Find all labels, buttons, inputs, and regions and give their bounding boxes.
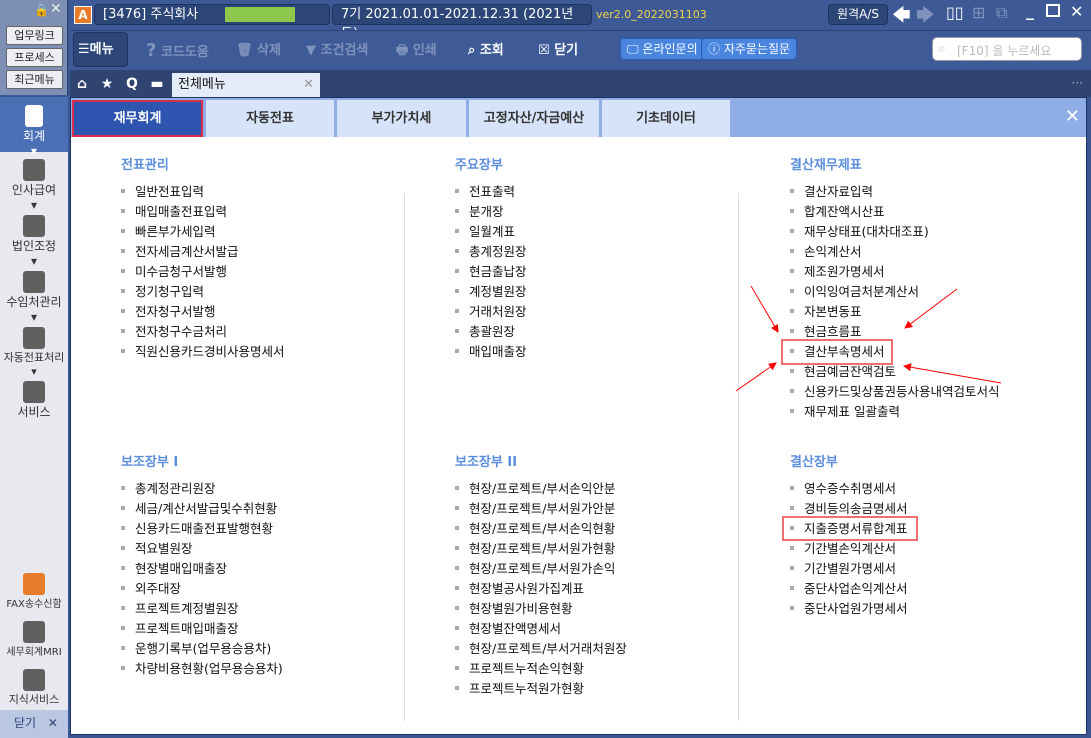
filter-search-button[interactable]: ▼ 조건검색 [306, 39, 368, 63]
maximize-icon[interactable] [1046, 4, 1060, 17]
forward-arrow-icon[interactable]: 🡆 [916, 3, 935, 33]
sidebar-item-client-management[interactable]: 수임처관리 ▾ [0, 271, 68, 324]
sidebar-item-tax-mri[interactable]: 세무회계MRI [0, 621, 68, 658]
title-bar: A [3476] 주식회사 7기 2021.01.01-2021.12.31 (… [70, 0, 1091, 41]
printer-icon: 🖶 [396, 43, 409, 58]
process-button[interactable]: 프로세스 [6, 48, 63, 67]
back-arrow-icon[interactable]: 🡄 [892, 3, 911, 33]
version-label: ver2.0_2022031103 [596, 8, 707, 21]
database-icon [23, 327, 45, 349]
question-bubble-icon: ⓘ [708, 42, 721, 56]
menu-button[interactable]: ☰메뉴 [73, 32, 128, 67]
period-selector[interactable]: 7기 2021.01.01-2021.12.31 (2021년도) [332, 4, 592, 41]
monitor-icon [23, 381, 45, 403]
sidebar-item-payroll[interactable]: 인사급여 ▾ [0, 159, 68, 212]
quick-search-icon[interactable]: Q [120, 73, 144, 95]
sidebar: 회계 ▾ 인사급여 ▾ 법인조정 ▾ 수임처관리 ▾ 자동전표처리 ▾ 서비스 FAX송수… [0, 97, 68, 710]
annotation-arrows [735, 285, 1002, 392]
grid-layout-icon[interactable]: ⊞ [972, 3, 985, 22]
sidebar-item-accounting[interactable]: 회계 ▾ [0, 105, 68, 158]
close-button[interactable]: ☒ 닫기 [538, 39, 578, 63]
sidebar-item-fax[interactable]: FAX송수신함 [0, 573, 68, 610]
search-placeholder: [F10] 을 누르세요 [957, 44, 1052, 58]
tab-close-icon[interactable]: ✕ [303, 73, 314, 97]
sidebar-item-service[interactable]: 서비스 [0, 381, 68, 420]
arrow [750, 285, 779, 333]
close-box-icon: ☒ [538, 43, 550, 58]
all-menu-panel: 재무회계 자동전표 부가가치세 고정자산/자금예산 기초데이터 ✕ 전표관리 일반… [70, 97, 1087, 735]
calculator-icon [25, 105, 43, 127]
tab-all-menu[interactable]: 전체메뉴 ✕ [172, 73, 320, 97]
menu-search-input[interactable]: ⌕ [F10] 을 누르세요 [932, 37, 1082, 61]
person-building-icon [23, 271, 45, 293]
sidebar-close-button[interactable]: 닫기 ✕ [0, 710, 68, 738]
window-close-icon[interactable]: ✕ [1070, 2, 1083, 21]
arrow [735, 362, 777, 392]
open-book-icon [23, 669, 45, 691]
minimize-icon[interactable]: _ [1026, 1, 1034, 20]
hamburger-icon: ☰ [78, 42, 90, 57]
company-name-bar [225, 7, 295, 22]
toolbar: ☰메뉴 ? 코드도움 🗑 삭제 ▼ 조건검색 🖶 인쇄 ⌕ 조회 ☒ 닫기 🖵 … [70, 30, 1091, 70]
person-coins-icon [23, 159, 45, 181]
arrow [903, 363, 1002, 384]
monitor-icon: 🖵 [627, 42, 639, 56]
code-help-button[interactable]: ? 코드도움 [146, 39, 209, 63]
question-icon: ? [146, 40, 157, 61]
search-icon: ⌕ [939, 41, 946, 55]
home-icon[interactable]: ⌂ [70, 73, 94, 95]
search-icon: ⌕ [468, 43, 476, 58]
sidebar-item-knowledge[interactable]: 지식서비스 [0, 669, 68, 707]
faq-button[interactable]: ⓘ 자주묻는질문 [701, 38, 798, 60]
cascade-icon[interactable]: ⧉ [996, 3, 1007, 23]
filter-icon: ▼ [306, 43, 316, 58]
sidebar-item-corporate-adjustment[interactable]: 법인조정 ▾ [0, 215, 68, 268]
pulse-chart-icon [23, 621, 45, 643]
online-inquiry-button[interactable]: 🖵 온라인문의 [620, 38, 705, 60]
remote-as-button[interactable]: 원격A/S [828, 4, 888, 25]
lock-icon[interactable]: 🔒 [34, 3, 49, 17]
book-icon[interactable]: ▯▯ [946, 3, 964, 22]
delete-button[interactable]: 🗑 삭제 [236, 39, 281, 63]
search-button[interactable]: ⌕ 조회 [468, 39, 504, 63]
fax-icon [23, 573, 45, 595]
recent-menu-button[interactable]: 최근메뉴 [6, 70, 63, 89]
star-icon[interactable]: ★ [95, 73, 119, 95]
calendar-icon[interactable]: ▬ [145, 73, 169, 95]
print-button[interactable]: 🖶 인쇄 [396, 39, 437, 63]
building-icon [23, 215, 45, 237]
close-icon: ✕ [47, 716, 58, 730]
work-link-button[interactable]: 업무링크 [6, 26, 63, 45]
left-top-panel: 🔒 ✕ 업무링크 프로세스 최근메뉴 [0, 0, 68, 95]
trash-icon: 🗑 [236, 43, 253, 58]
company-selector[interactable]: [3476] 주식회사 [94, 4, 330, 25]
arrow [904, 288, 958, 329]
close-icon[interactable]: ✕ [50, 1, 62, 17]
sidebar-item-auto-voucher[interactable]: 자동전표처리 ▾ [0, 327, 68, 378]
tab-bar: ⌂ ★ Q ▬ 전체메뉴 ✕ ··· [70, 70, 1091, 97]
more-icon[interactable]: ··· [1072, 76, 1083, 90]
app-logo-icon: A [74, 6, 92, 24]
